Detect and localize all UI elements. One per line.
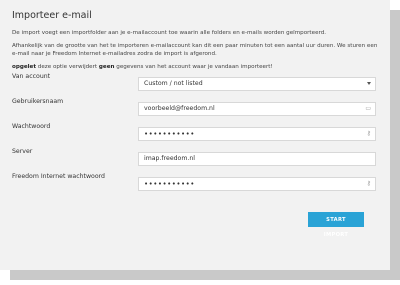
warning-text: opgelet deze optie verwijdert geen gegev… [12,64,273,70]
username-field[interactable]: voorbeeld@freedom.nl ▭ [138,102,376,116]
freedom-password-label: Freedom Internet wachtwoord [12,173,105,180]
key-icon: ⚷ [366,130,371,137]
username-label: Gebruikersnaam [12,98,64,105]
server-field[interactable]: imap.freedom.nl [138,152,376,166]
freedom-password-row: Freedom Internet wachtwoord ••••••••••• … [12,173,378,191]
server-value: imap.freedom.nl [144,155,195,162]
server-row: Server imap.freedom.nl [12,148,378,166]
password-row: Wachtwoord ••••••••••• ⚷ [12,123,378,141]
chevron-down-icon [367,82,371,85]
username-row: Gebruikersnaam voorbeeld@freedom.nl ▭ [12,98,378,116]
key-icon: ⚷ [366,180,371,187]
start-import-button[interactable]: START IMPORT [308,212,364,238]
password-value: ••••••••••• [144,130,195,138]
freedom-password-field[interactable]: ••••••••••• ⚷ [138,177,376,191]
freedom-password-value: ••••••••••• [144,180,195,188]
duration-text: Afhankelijk van de grootte van het te im… [12,43,378,57]
account-row: Van account Custom / not listed [12,73,378,91]
account-select-value: Custom / not listed [144,80,203,87]
account-select[interactable]: Custom / not listed [138,77,376,91]
server-label: Server [12,148,33,155]
password-label: Wachtwoord [12,123,51,130]
page-title: Importeer e-mail [12,10,92,21]
id-card-icon: ▭ [365,105,371,112]
account-label: Van account [12,73,51,80]
intro-text: De import voegt een importfolder aan je … [12,30,327,36]
import-form: Van account Custom / not listed Gebruike… [12,73,378,191]
password-field[interactable]: ••••••••••• ⚷ [138,127,376,141]
username-value: voorbeeld@freedom.nl [144,105,215,112]
